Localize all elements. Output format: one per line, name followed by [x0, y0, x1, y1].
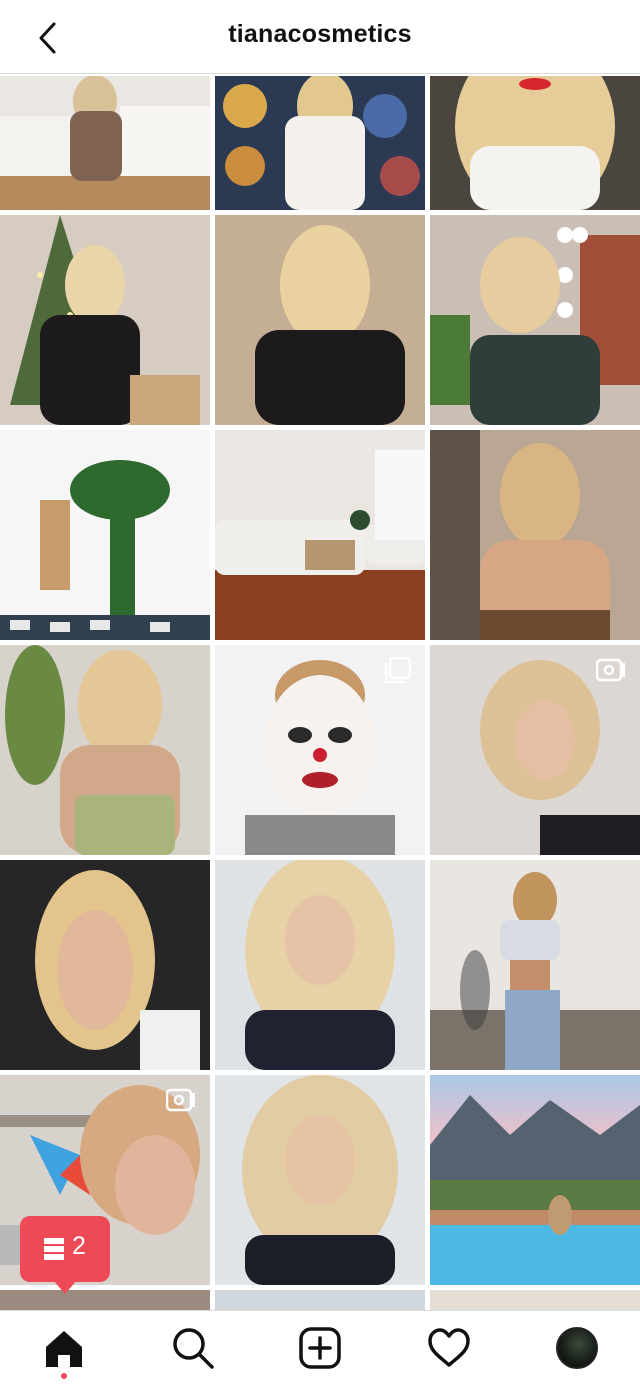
grid-post[interactable] [430, 1075, 640, 1285]
activity-icon [44, 1238, 64, 1260]
heart-icon [428, 1328, 470, 1367]
grid-post[interactable] [0, 645, 210, 855]
grid-post[interactable] [215, 215, 425, 425]
tab-new-post[interactable] [297, 1325, 343, 1371]
grid-post[interactable] [215, 1290, 425, 1310]
igtv-icon [596, 658, 625, 682]
grid-post[interactable] [0, 860, 210, 1070]
carousel-icon [385, 657, 411, 683]
profile-username: tianacosmetics [228, 20, 412, 48]
profile-avatar-icon[interactable] [556, 1327, 598, 1369]
tab-home[interactable] [41, 1325, 87, 1371]
add-post-icon [299, 1327, 341, 1369]
notification-count: 2 [72, 1232, 86, 1260]
grid-post[interactable] [430, 215, 640, 425]
grid-post[interactable] [430, 1290, 640, 1310]
tab-search[interactable] [170, 1325, 216, 1371]
grid-post[interactable] [430, 860, 640, 1070]
search-icon [173, 1328, 214, 1369]
activity-notification-bubble[interactable]: 2 [20, 1216, 110, 1282]
grid-post[interactable] [430, 645, 640, 855]
tab-activity[interactable] [426, 1325, 472, 1371]
bottom-tab-bar [0, 1310, 640, 1386]
grid-post[interactable] [0, 215, 210, 425]
grid-post[interactable] [215, 860, 425, 1070]
grid-post[interactable] [215, 430, 425, 640]
notification-pointer [53, 1280, 77, 1294]
grid-post[interactable] [430, 430, 640, 640]
home-icon [46, 1331, 82, 1367]
grid-post[interactable] [0, 430, 210, 640]
home-activity-dot [61, 1373, 67, 1379]
grid-post[interactable] [215, 1075, 425, 1285]
igtv-icon [166, 1088, 195, 1112]
grid-post[interactable] [0, 1290, 210, 1310]
grid-post[interactable] [215, 645, 425, 855]
top-bar: tianacosmetics [0, 0, 640, 74]
